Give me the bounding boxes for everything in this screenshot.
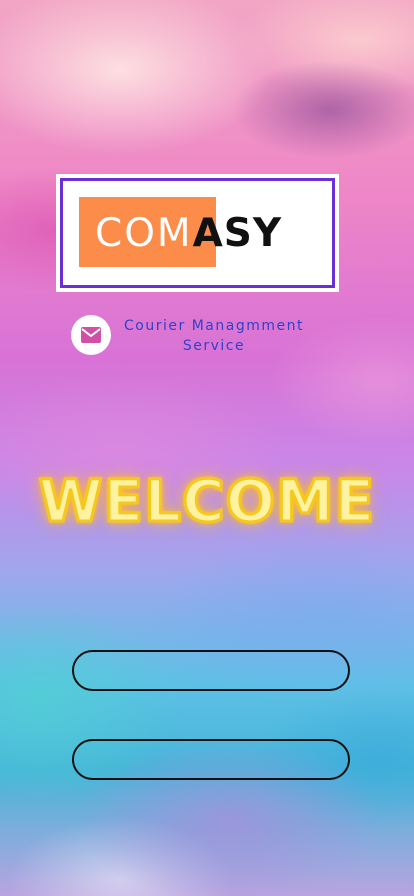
mail-badge	[71, 315, 111, 355]
welcome-heading: WELCOME	[37, 466, 376, 537]
tagline-line-1: Courier Managmment	[124, 318, 304, 334]
tagline-line-2: Service	[182, 338, 246, 354]
logo-text-dark: ASY	[192, 211, 283, 256]
logo-wordmark: COMASY	[95, 211, 282, 257]
mail-icon	[81, 327, 101, 343]
logo-card: COMASY	[56, 174, 339, 292]
second-action-button[interactable]	[72, 739, 350, 780]
tagline: Courier Managmment Service	[116, 316, 312, 356]
first-action-button[interactable]	[72, 650, 350, 691]
logo-text-light: COM	[95, 211, 193, 256]
